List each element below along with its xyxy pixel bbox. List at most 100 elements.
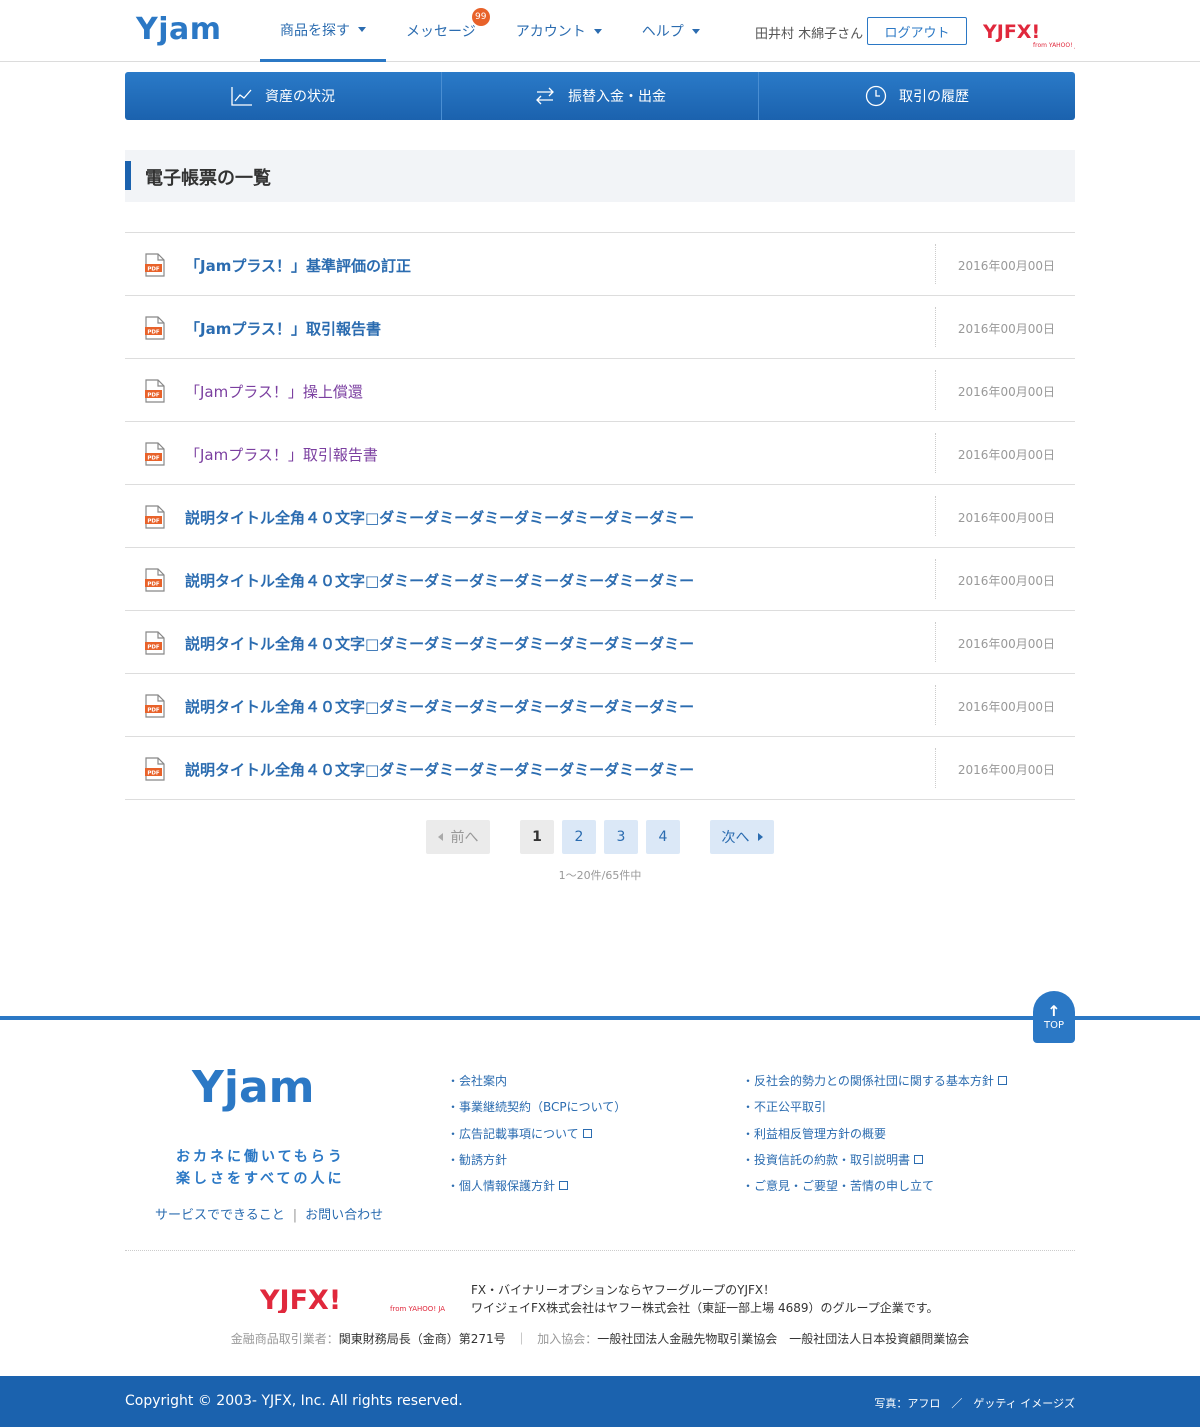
svg-text:PDF: PDF	[147, 519, 160, 525]
page-title-box: 電子帳票の一覧	[125, 150, 1075, 202]
reg-label-1: 金融商品取引業者：	[230, 1332, 339, 1346]
logout-button[interactable]: ログアウト	[867, 17, 967, 45]
document-title-link[interactable]: 説明タイトル全角４０文字□ダミーダミーダミーダミーダミーダミーダミー	[185, 507, 694, 528]
reg-value-1: 関東財務局長（金商）第271号	[338, 1332, 506, 1346]
document-date: 2016年00月00日	[957, 385, 1055, 399]
document-row[interactable]: PDF 説明タイトル全角４０文字□ダミーダミーダミーダミーダミーダミーダミー 201…	[125, 485, 1075, 548]
document-title-link[interactable]: 「Jamプラス！」取引報告書	[185, 318, 381, 339]
footer-link[interactable]: ・不正公平取引	[742, 1094, 1007, 1120]
document-date: 2016年00月00日	[957, 511, 1055, 525]
footer-yjam-logo[interactable]: Yjam	[192, 1062, 332, 1122]
footer-link[interactable]: ・ご意見・ご要望・苦情の申し立て	[742, 1173, 1007, 1199]
triangle-left-icon	[437, 833, 443, 841]
footer-link[interactable]: ・利益相反管理方針の概要	[742, 1121, 1007, 1147]
chevron-down-icon	[593, 28, 602, 34]
footer-link[interactable]: ・反社会的勢力との関係社団に関する基本方針	[742, 1068, 1007, 1094]
external-link-icon	[582, 1128, 592, 1138]
tab-transfer[interactable]: 振替入金・出金	[442, 72, 759, 120]
footer-link[interactable]: ・会社案内	[447, 1068, 626, 1094]
service-link[interactable]: サービスでできること	[155, 1208, 285, 1223]
document-row[interactable]: PDF 「Jamプラス！」基準評価の訂正 2016年00月00日	[125, 233, 1075, 296]
chevron-down-icon	[691, 28, 700, 34]
document-list: PDF 「Jamプラス！」基準評価の訂正 2016年00月00日 PDF 「Jamプラス…	[125, 232, 1075, 800]
prev-page-button[interactable]: 前へ	[426, 820, 490, 854]
document-title-link[interactable]: 説明タイトル全角４０文字□ダミーダミーダミーダミーダミーダミーダミー	[185, 696, 694, 717]
pdf-file-icon: PDF	[145, 379, 165, 403]
footer-link-label: ・会社案内	[447, 1074, 508, 1088]
reg-separator: ｜	[515, 1332, 528, 1346]
document-date: 2016年00月00日	[957, 637, 1055, 651]
document-title-link[interactable]: 「Jamプラス！」取引報告書	[185, 444, 378, 465]
document-date: 2016年00月00日	[957, 448, 1055, 462]
footer-link[interactable]: ・個人情報保護方針	[447, 1173, 626, 1199]
external-link-icon	[914, 1154, 924, 1164]
tab-label: 振替入金・出金	[568, 89, 666, 105]
footer-link-label: ・ご意見・ご要望・苦情の申し立て	[742, 1179, 935, 1194]
svg-text:PDF: PDF	[147, 645, 160, 651]
svg-text:PDF: PDF	[147, 456, 160, 462]
footer-link[interactable]: ・事業継続契約（BCPについて）	[447, 1094, 626, 1120]
page-4-button[interactable]: 4	[646, 820, 680, 854]
page-1-button[interactable]: 1	[520, 820, 554, 854]
contact-link[interactable]: お問い合わせ	[305, 1208, 383, 1223]
nav-item-messages[interactable]: メッセージ 99	[386, 0, 496, 62]
pdf-file-icon: PDF	[145, 568, 165, 592]
nav-item-products[interactable]: 商品を探す	[260, 0, 386, 62]
document-title-link[interactable]: 「Jamプラス！」操上償還	[185, 381, 363, 402]
yjam-logo[interactable]: Yjam	[134, 12, 221, 48]
tab-trade-history[interactable]: 取引の履歴	[759, 72, 1075, 120]
footer-link[interactable]: ・投資信託の約款・取引説明書	[742, 1147, 1007, 1173]
footer-logo-text: Yjam	[192, 1062, 315, 1113]
footer-link-label: ・投資信託の約款・取引説明書	[742, 1152, 911, 1167]
nav-item-account[interactable]: アカウント	[496, 0, 622, 62]
row-divider	[935, 748, 936, 788]
tab-label: 取引の履歴	[899, 89, 969, 105]
svg-text:PDF: PDF	[147, 708, 160, 714]
document-row[interactable]: PDF 「Jamプラス！」取引報告書 2016年00月00日	[125, 296, 1075, 359]
document-date: 2016年00月00日	[957, 700, 1055, 714]
row-divider	[935, 685, 936, 725]
document-row[interactable]: PDF 説明タイトル全角４０文字□ダミーダミーダミーダミーダミーダミーダミー 201…	[125, 548, 1075, 611]
nav-item-help[interactable]: ヘルプ	[622, 0, 720, 62]
document-title-link[interactable]: 説明タイトル全角４０文字□ダミーダミーダミーダミーダミーダミーダミー	[185, 633, 694, 654]
yjfx-brand-logo[interactable]: YJFX! from YAHOO! JAPAN	[983, 19, 1075, 49]
next-page-button[interactable]: 次へ	[710, 820, 774, 854]
document-row[interactable]: PDF 「Jamプラス！」操上償還 2016年00月00日	[125, 359, 1075, 422]
user-name: 田井村 木綿子さん	[755, 27, 864, 42]
footer-link-label: ・反社会的勢力との関係社団に関する基本方針	[742, 1074, 994, 1088]
footer-link[interactable]: ・勧誘方針	[447, 1147, 626, 1173]
prev-label: 前へ	[450, 830, 479, 846]
page-3-button[interactable]: 3	[604, 820, 638, 854]
nav-item-label: アカウント	[515, 24, 586, 40]
logo-text: Yjam	[136, 12, 222, 47]
footer-yjfx-logo[interactable]: YJFX! from YAHOO! JAPAN	[260, 1283, 445, 1313]
external-link-icon	[559, 1181, 569, 1191]
pdf-file-icon: PDF	[145, 631, 165, 655]
footer-link[interactable]: ・広告記載事項について	[447, 1121, 626, 1147]
nav-item-label: メッセージ	[406, 24, 476, 40]
svg-text:PDF: PDF	[147, 330, 160, 336]
tab-label: 資産の状況	[265, 89, 335, 105]
document-row[interactable]: PDF 「Jamプラス！」取引報告書 2016年00月00日	[125, 422, 1075, 485]
document-title-link[interactable]: 説明タイトル全角４０文字□ダミーダミーダミーダミーダミーダミーダミー	[185, 759, 694, 780]
footer-yjfx-text: YJFX!	[260, 1285, 341, 1313]
pdf-file-icon: PDF	[145, 253, 165, 277]
document-title-link[interactable]: 「Jamプラス！」基準評価の訂正	[185, 255, 411, 276]
document-row[interactable]: PDF 説明タイトル全角４０文字□ダミーダミーダミーダミーダミーダミーダミー 201…	[125, 611, 1075, 674]
pdf-file-icon: PDF	[145, 442, 165, 466]
nav-item-label: ヘルプ	[641, 24, 684, 40]
document-row[interactable]: PDF 説明タイトル全角４０文字□ダミーダミーダミーダミーダミーダミーダミー 201…	[125, 737, 1075, 800]
footer-top-border	[0, 1016, 1200, 1020]
footer-link-label: ・個人情報保護方針	[447, 1179, 556, 1194]
tab-asset-status[interactable]: 資産の状況	[125, 72, 442, 120]
footer-yjfx-sub: from YAHOO! JAPAN	[390, 1305, 445, 1313]
page-2-button[interactable]: 2	[562, 820, 596, 854]
link-separator: |	[292, 1208, 298, 1223]
document-row[interactable]: PDF 説明タイトル全角４０文字□ダミーダミーダミーダミーダミーダミーダミー 201…	[125, 674, 1075, 737]
svg-text:PDF: PDF	[147, 771, 160, 777]
row-divider	[935, 244, 936, 284]
document-title-link[interactable]: 説明タイトル全角４０文字□ダミーダミーダミーダミーダミーダミーダミー	[185, 570, 694, 591]
footer-link-label: ・事業継続契約（BCPについて）	[447, 1100, 627, 1115]
svg-text:PDF: PDF	[147, 393, 160, 399]
page-title: 電子帳票の一覧	[145, 168, 271, 189]
